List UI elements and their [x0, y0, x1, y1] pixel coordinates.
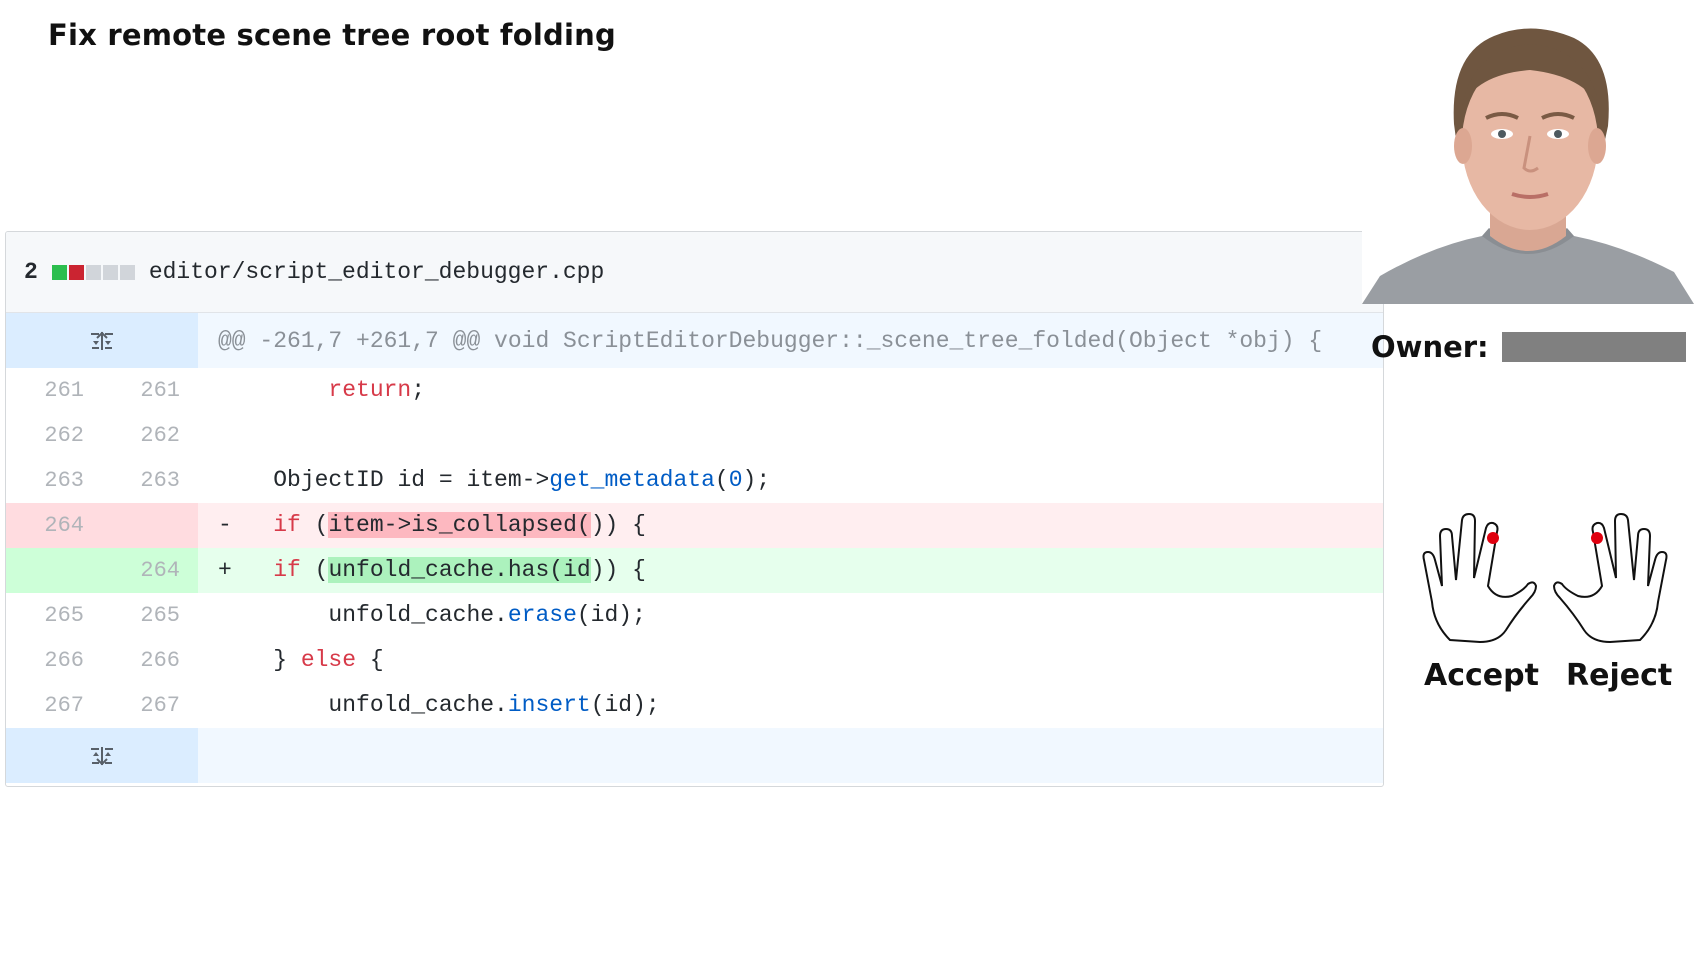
code-line: unfold_cache.erase(id);	[198, 593, 1383, 638]
diff-line-context: 262 262	[6, 413, 1383, 458]
old-line-number[interactable]: 266	[6, 638, 102, 683]
new-line-number[interactable]: 261	[102, 368, 198, 413]
diff-line-context: 267 267 unfold_cache.insert(id);	[6, 683, 1383, 728]
code-token: insert	[507, 692, 591, 718]
diff-line-context: 266 266 } else {	[6, 638, 1383, 683]
code-line: unfold_cache.insert(id);	[198, 683, 1383, 728]
code-token: ;	[411, 377, 426, 403]
code-token: erase	[507, 602, 577, 628]
code-token: }	[250, 647, 301, 673]
old-line-number[interactable]: 265	[6, 593, 102, 638]
file-header: 2 editor/script_editor_debugger.cpp	[6, 232, 1383, 313]
hunk-header-row: @@ -261,7 +261,7 @@ void ScriptEditorDeb…	[6, 313, 1383, 368]
code-token: ObjectID id = item->	[250, 467, 550, 493]
diff-line-context: 261 261 return;	[6, 368, 1383, 413]
page-title: Fix remote scene tree root folding	[48, 18, 616, 52]
code-token: (	[300, 557, 329, 583]
code-token: (	[714, 467, 729, 493]
owner-label: Owner:	[1371, 330, 1489, 364]
diff-line-context: 263 263 ObjectID id = item->get_metadata(…	[6, 458, 1383, 503]
diffstat-block-deleted	[68, 264, 84, 280]
new-line-number[interactable]: 262	[102, 413, 198, 458]
right-hand-icon	[1552, 512, 1668, 644]
unfold-down-icon	[89, 746, 115, 766]
old-line-number[interactable]: 262	[6, 413, 102, 458]
old-line-number[interactable]: 261	[6, 368, 102, 413]
diffstat	[51, 264, 135, 280]
owner-photo	[1362, 14, 1694, 304]
code-token: (	[300, 512, 329, 538]
diff-panel: 2 editor/script_editor_debugger.cpp @@ -…	[5, 231, 1384, 787]
hunk-footer-row	[6, 728, 1383, 783]
diff-lines: 261 261 return; 262 262 263 263 ObjectID id =…	[6, 368, 1383, 728]
code-line: - if (item->is_collapsed()) {	[198, 503, 1383, 548]
code-token: get_metadata	[549, 467, 715, 493]
new-line-number[interactable]	[102, 503, 198, 548]
left-hand-icon	[1422, 512, 1538, 644]
code-token: 0	[728, 467, 743, 493]
diff-marker: -	[218, 512, 232, 538]
code-token: );	[742, 467, 771, 493]
code-token: )) {	[590, 512, 646, 538]
new-line-number[interactable]: 264	[102, 548, 198, 593]
code-token: item->is_collapsed(	[328, 512, 591, 538]
code-token: (id);	[576, 602, 646, 628]
new-line-number[interactable]: 263	[102, 458, 198, 503]
accept-label[interactable]: Accept	[1424, 658, 1539, 693]
old-line-number[interactable]: 264	[6, 503, 102, 548]
code-token: (id);	[590, 692, 660, 718]
accept-hand-button[interactable]	[1420, 512, 1540, 647]
expand-down-button[interactable]	[6, 728, 198, 783]
hunk-header-text: @@ -261,7 +261,7 @@ void ScriptEditorDeb…	[218, 327, 1323, 354]
code-token: if	[273, 512, 301, 538]
owner-name-redacted	[1502, 332, 1686, 362]
diff-marker: +	[218, 557, 232, 583]
new-line-number[interactable]: 265	[102, 593, 198, 638]
diff-line-context: 265 265 unfold_cache.erase(id);	[6, 593, 1383, 638]
old-line-number[interactable]: 263	[6, 458, 102, 503]
diff-line-deleted: 264 - if (item->is_collapsed()) {	[6, 503, 1383, 548]
diffstat-block-neutral	[85, 264, 101, 280]
code-line: + if (unfold_cache.has(id)) {	[198, 548, 1383, 593]
code-token: {	[356, 647, 384, 673]
code-token: unfold_cache.has(id	[328, 557, 591, 583]
code-line: } else {	[198, 638, 1383, 683]
old-line-number[interactable]	[6, 548, 102, 593]
code-token: unfold_cache.	[250, 692, 508, 718]
code-token: if	[273, 557, 301, 583]
code-token: unfold_cache.	[250, 602, 508, 628]
new-line-number[interactable]: 266	[102, 638, 198, 683]
expand-up-button[interactable]	[6, 313, 198, 368]
change-count: 2	[24, 259, 38, 285]
old-line-number[interactable]: 267	[6, 683, 102, 728]
unfold-up-icon	[89, 331, 115, 351]
file-path[interactable]: editor/script_editor_debugger.cpp	[149, 259, 604, 285]
diffstat-block-added	[51, 264, 67, 280]
code-token: else	[300, 647, 357, 673]
diff-line-added: 264 + if (unfold_cache.has(id)) {	[6, 548, 1383, 593]
new-line-number[interactable]: 267	[102, 683, 198, 728]
diffstat-block-neutral	[119, 264, 135, 280]
reject-label[interactable]: Reject	[1566, 658, 1672, 693]
code-line: return;	[198, 368, 1383, 413]
reject-hand-button[interactable]	[1550, 512, 1670, 647]
code-token: return	[328, 377, 412, 403]
diffstat-block-neutral	[102, 264, 118, 280]
code-token: )) {	[590, 557, 646, 583]
code-line: ObjectID id = item->get_metadata(0);	[198, 458, 1383, 503]
